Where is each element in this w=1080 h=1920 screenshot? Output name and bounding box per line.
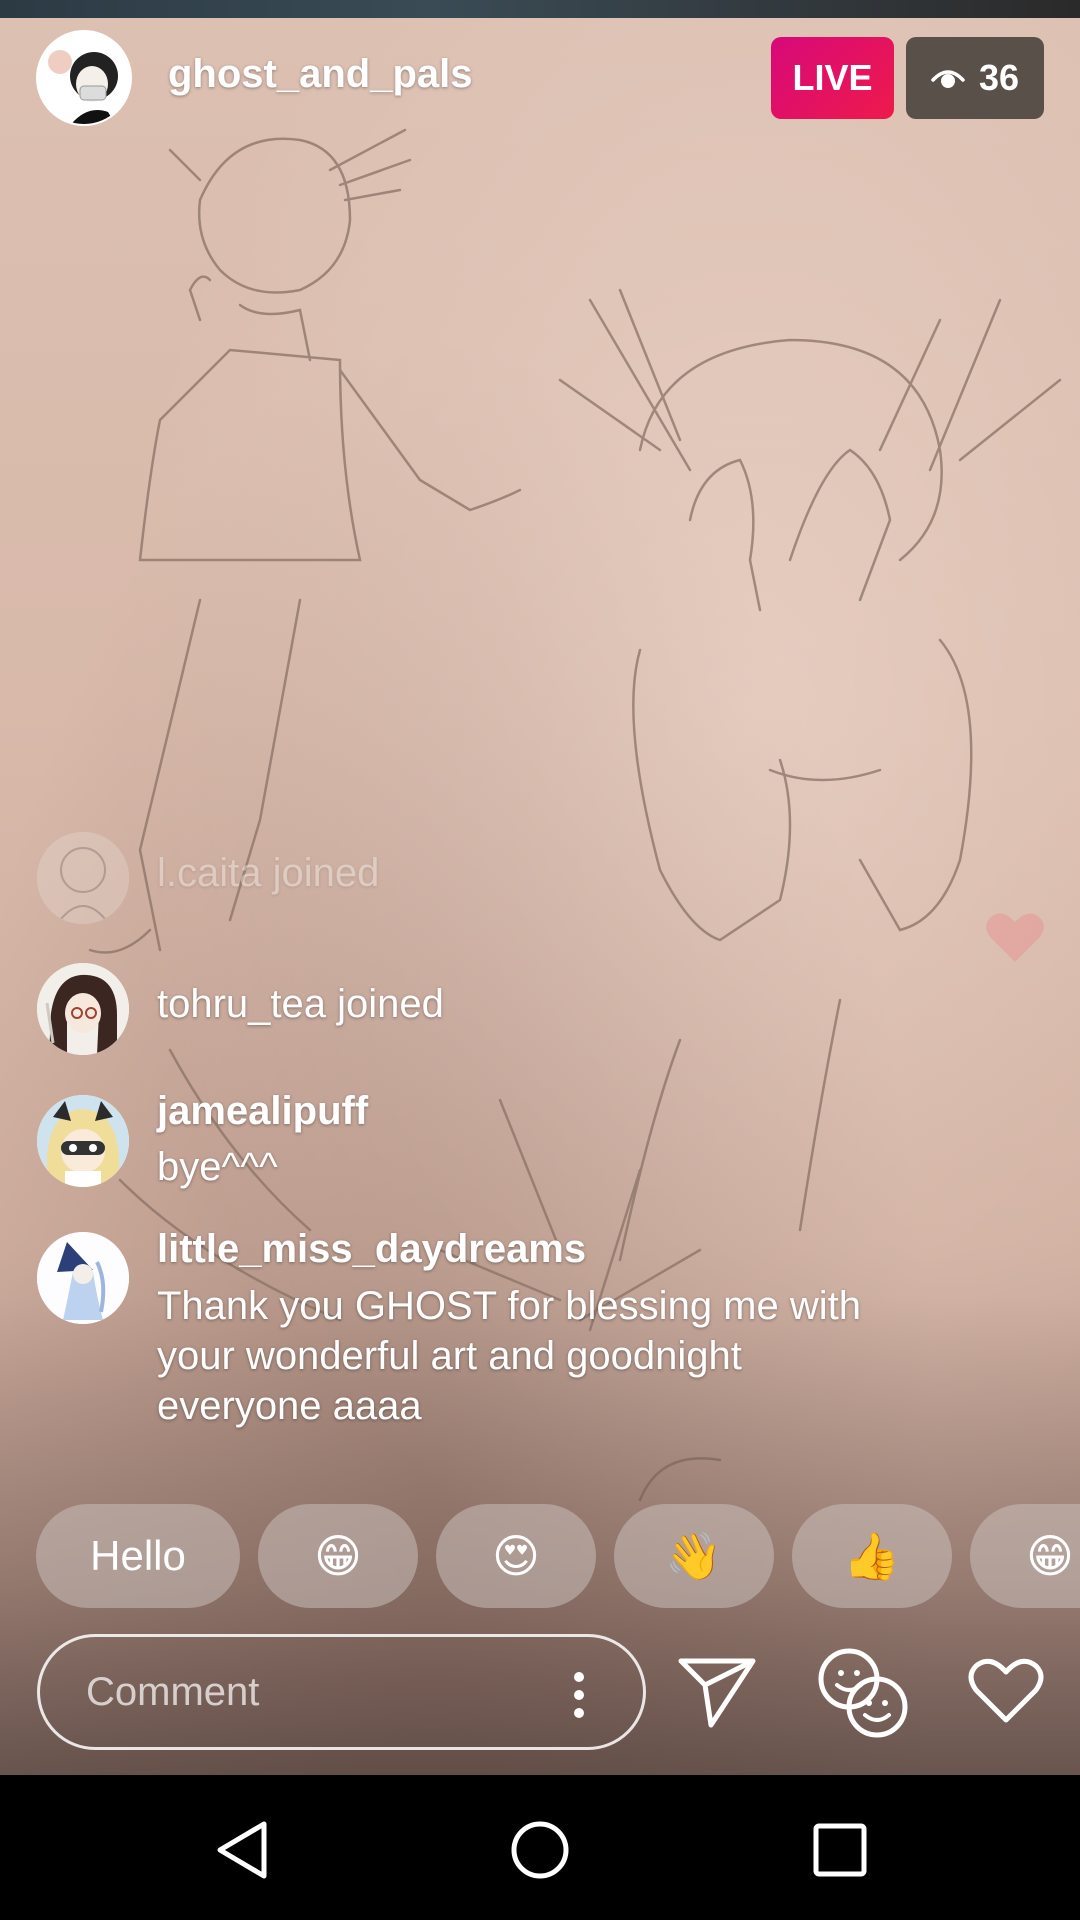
broadcaster-avatar[interactable] xyxy=(36,30,132,126)
more-vertical-icon[interactable] xyxy=(573,1671,585,1719)
recents-icon[interactable] xyxy=(813,1823,867,1877)
quick-reaction-thumbs-up-emoji[interactable]: 👍 xyxy=(792,1504,952,1608)
floating-heart-icon xyxy=(986,913,1044,962)
quick-reaction-grin-emoji[interactable]: 😁 xyxy=(970,1504,1080,1608)
comment-username[interactable]: little_miss_daydreams xyxy=(157,1225,917,1273)
home-icon[interactable] xyxy=(510,1820,570,1880)
quick-reaction-wave-emoji[interactable]: 👋 xyxy=(614,1504,774,1608)
join-message: tohru_tea joined xyxy=(157,982,444,1026)
broadcaster-username[interactable]: ghost_and_pals xyxy=(168,52,473,97)
commenter-avatar[interactable] xyxy=(37,1095,129,1187)
face-filters-icon[interactable] xyxy=(815,1645,909,1739)
comment-field[interactable] xyxy=(37,1634,646,1750)
commenter-avatar[interactable] xyxy=(37,832,129,924)
comment-input[interactable] xyxy=(86,1669,526,1715)
heart-icon[interactable] xyxy=(968,1656,1044,1724)
quick-reaction-grin-emoji[interactable]: 😁 xyxy=(258,1504,418,1608)
join-message: l.caita joined xyxy=(157,851,380,895)
chat-comment: little_miss_daydreams Thank you GHOST fo… xyxy=(157,1225,917,1431)
viewer-count: 36 xyxy=(978,57,1020,98)
chat-comment: jamealipuff bye^^^ xyxy=(157,1087,917,1191)
quick-reaction-heart-eyes-emoji[interactable]: 😍 xyxy=(436,1504,596,1608)
viewer-count-badge[interactable]: 36 xyxy=(906,37,1044,119)
eye-icon xyxy=(931,70,965,88)
back-icon[interactable] xyxy=(214,1820,270,1880)
comment-username[interactable]: jamealipuff xyxy=(157,1087,917,1135)
commenter-avatar[interactable] xyxy=(37,963,129,1055)
commenter-avatar[interactable] xyxy=(37,1232,129,1324)
system-navigation-bar xyxy=(0,1775,1080,1920)
live-badge: LIVE xyxy=(771,37,894,119)
send-icon[interactable] xyxy=(677,1655,757,1729)
comment-body: Thank you GHOST for blessing me with you… xyxy=(157,1284,861,1428)
comment-body: bye^^^ xyxy=(157,1145,278,1189)
quick-reply-hello[interactable]: Hello xyxy=(36,1504,240,1608)
